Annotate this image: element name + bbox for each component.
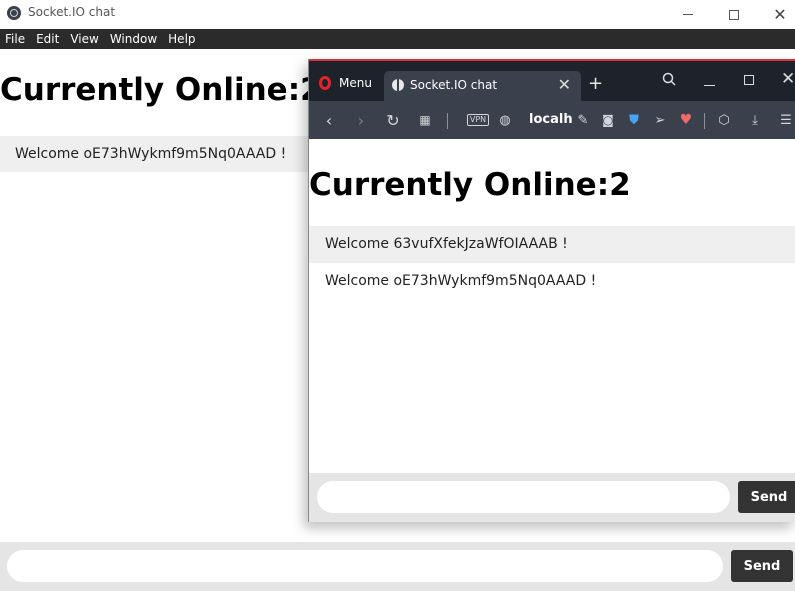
menu-view[interactable]: View (65, 29, 104, 49)
world-icon[interactable]: ◍ (495, 101, 515, 139)
menu-bar: File Edit View Window Help (0, 29, 795, 49)
shield-icon[interactable]: ⛊ (625, 101, 643, 139)
opera-menu-button[interactable]: Menu (319, 76, 372, 90)
download-icon[interactable]: ⤓ (746, 101, 764, 139)
message-form: Send (0, 542, 795, 591)
title-bar: Socket.IO chat ✕ (0, 0, 795, 29)
message-item: Welcome 63vufXfekJzaWfOIAAAB ! (309, 226, 795, 263)
menu-edit[interactable]: Edit (31, 29, 65, 49)
browser-maximize-icon[interactable] (744, 75, 754, 85)
opera-menu-label: Menu (339, 76, 372, 90)
window-title: Socket.IO chat (28, 5, 116, 19)
message-item: Welcome oE73hWykmf9m5Nq0AAAD ! (325, 273, 597, 289)
address-bar[interactable]: localh (529, 112, 573, 127)
toolbar-divider (704, 113, 705, 129)
menu-file[interactable]: File (0, 29, 31, 49)
message-input[interactable] (7, 550, 723, 582)
box-icon[interactable]: ⬡ (715, 101, 733, 139)
app-icon (7, 6, 21, 20)
message-form: Send (309, 473, 795, 522)
minimize-button[interactable] (665, 0, 711, 29)
message-item: Welcome oE73hWykmf9m5Nq0AAAD ! (0, 136, 310, 172)
send-button[interactable]: Send (731, 550, 793, 582)
browser-close-icon[interactable]: ✕ (781, 69, 795, 89)
tab-title: Socket.IO chat (410, 78, 498, 92)
browser-window: Menu Socket.IO chat ✕ + ✕ ‹ › ↻ ▦ VPN ◍ … (308, 59, 795, 522)
maximize-icon (729, 9, 739, 20)
send-icon[interactable]: ➢ (651, 101, 669, 139)
browser-page: Currently Online:2 Welcome 63vufXfekJzaW… (309, 139, 795, 522)
browser-tab-strip: Menu Socket.IO chat ✕ + ✕ (309, 59, 795, 103)
close-button[interactable]: ✕ (757, 0, 795, 29)
search-icon[interactable] (662, 72, 676, 86)
browser-toolbar: ‹ › ↻ ▦ VPN ◍ localh ✎ ◙ ⛊ ➢ ♥ ⬡ ⤓ ☰ (309, 101, 795, 139)
maximize-button[interactable] (711, 0, 757, 29)
settings-icon[interactable]: ☰ (777, 101, 795, 139)
menu-help[interactable]: Help (163, 29, 201, 49)
vpn-badge: VPN (466, 114, 490, 126)
menu-window[interactable]: Window (105, 29, 163, 49)
globe-icon (392, 79, 404, 91)
online-count-heading: Currently Online:2 (0, 72, 322, 108)
heart-icon[interactable]: ♥ (677, 101, 695, 139)
message-input[interactable] (317, 481, 730, 513)
new-tab-button[interactable]: + (588, 73, 603, 94)
forward-icon[interactable]: › (351, 101, 371, 139)
toolbar-divider (447, 113, 448, 129)
back-icon[interactable]: ‹ (319, 101, 339, 139)
speed-dial-icon[interactable]: ▦ (415, 101, 435, 139)
browser-minimize-icon[interactable] (704, 85, 715, 86)
close-icon: ✕ (773, 4, 787, 24)
edit-icon[interactable]: ✎ (574, 101, 592, 139)
tab-close-icon[interactable]: ✕ (558, 75, 571, 94)
reload-icon[interactable]: ↻ (383, 101, 403, 139)
minimize-icon (683, 14, 693, 15)
send-button[interactable]: Send (738, 481, 795, 513)
vpn-icon[interactable]: VPN (465, 101, 491, 139)
browser-tab[interactable]: Socket.IO chat ✕ (384, 71, 581, 103)
camera-icon[interactable]: ◙ (599, 101, 617, 139)
opera-logo-icon (319, 76, 331, 90)
online-count-heading: Currently Online:2 (309, 167, 631, 203)
